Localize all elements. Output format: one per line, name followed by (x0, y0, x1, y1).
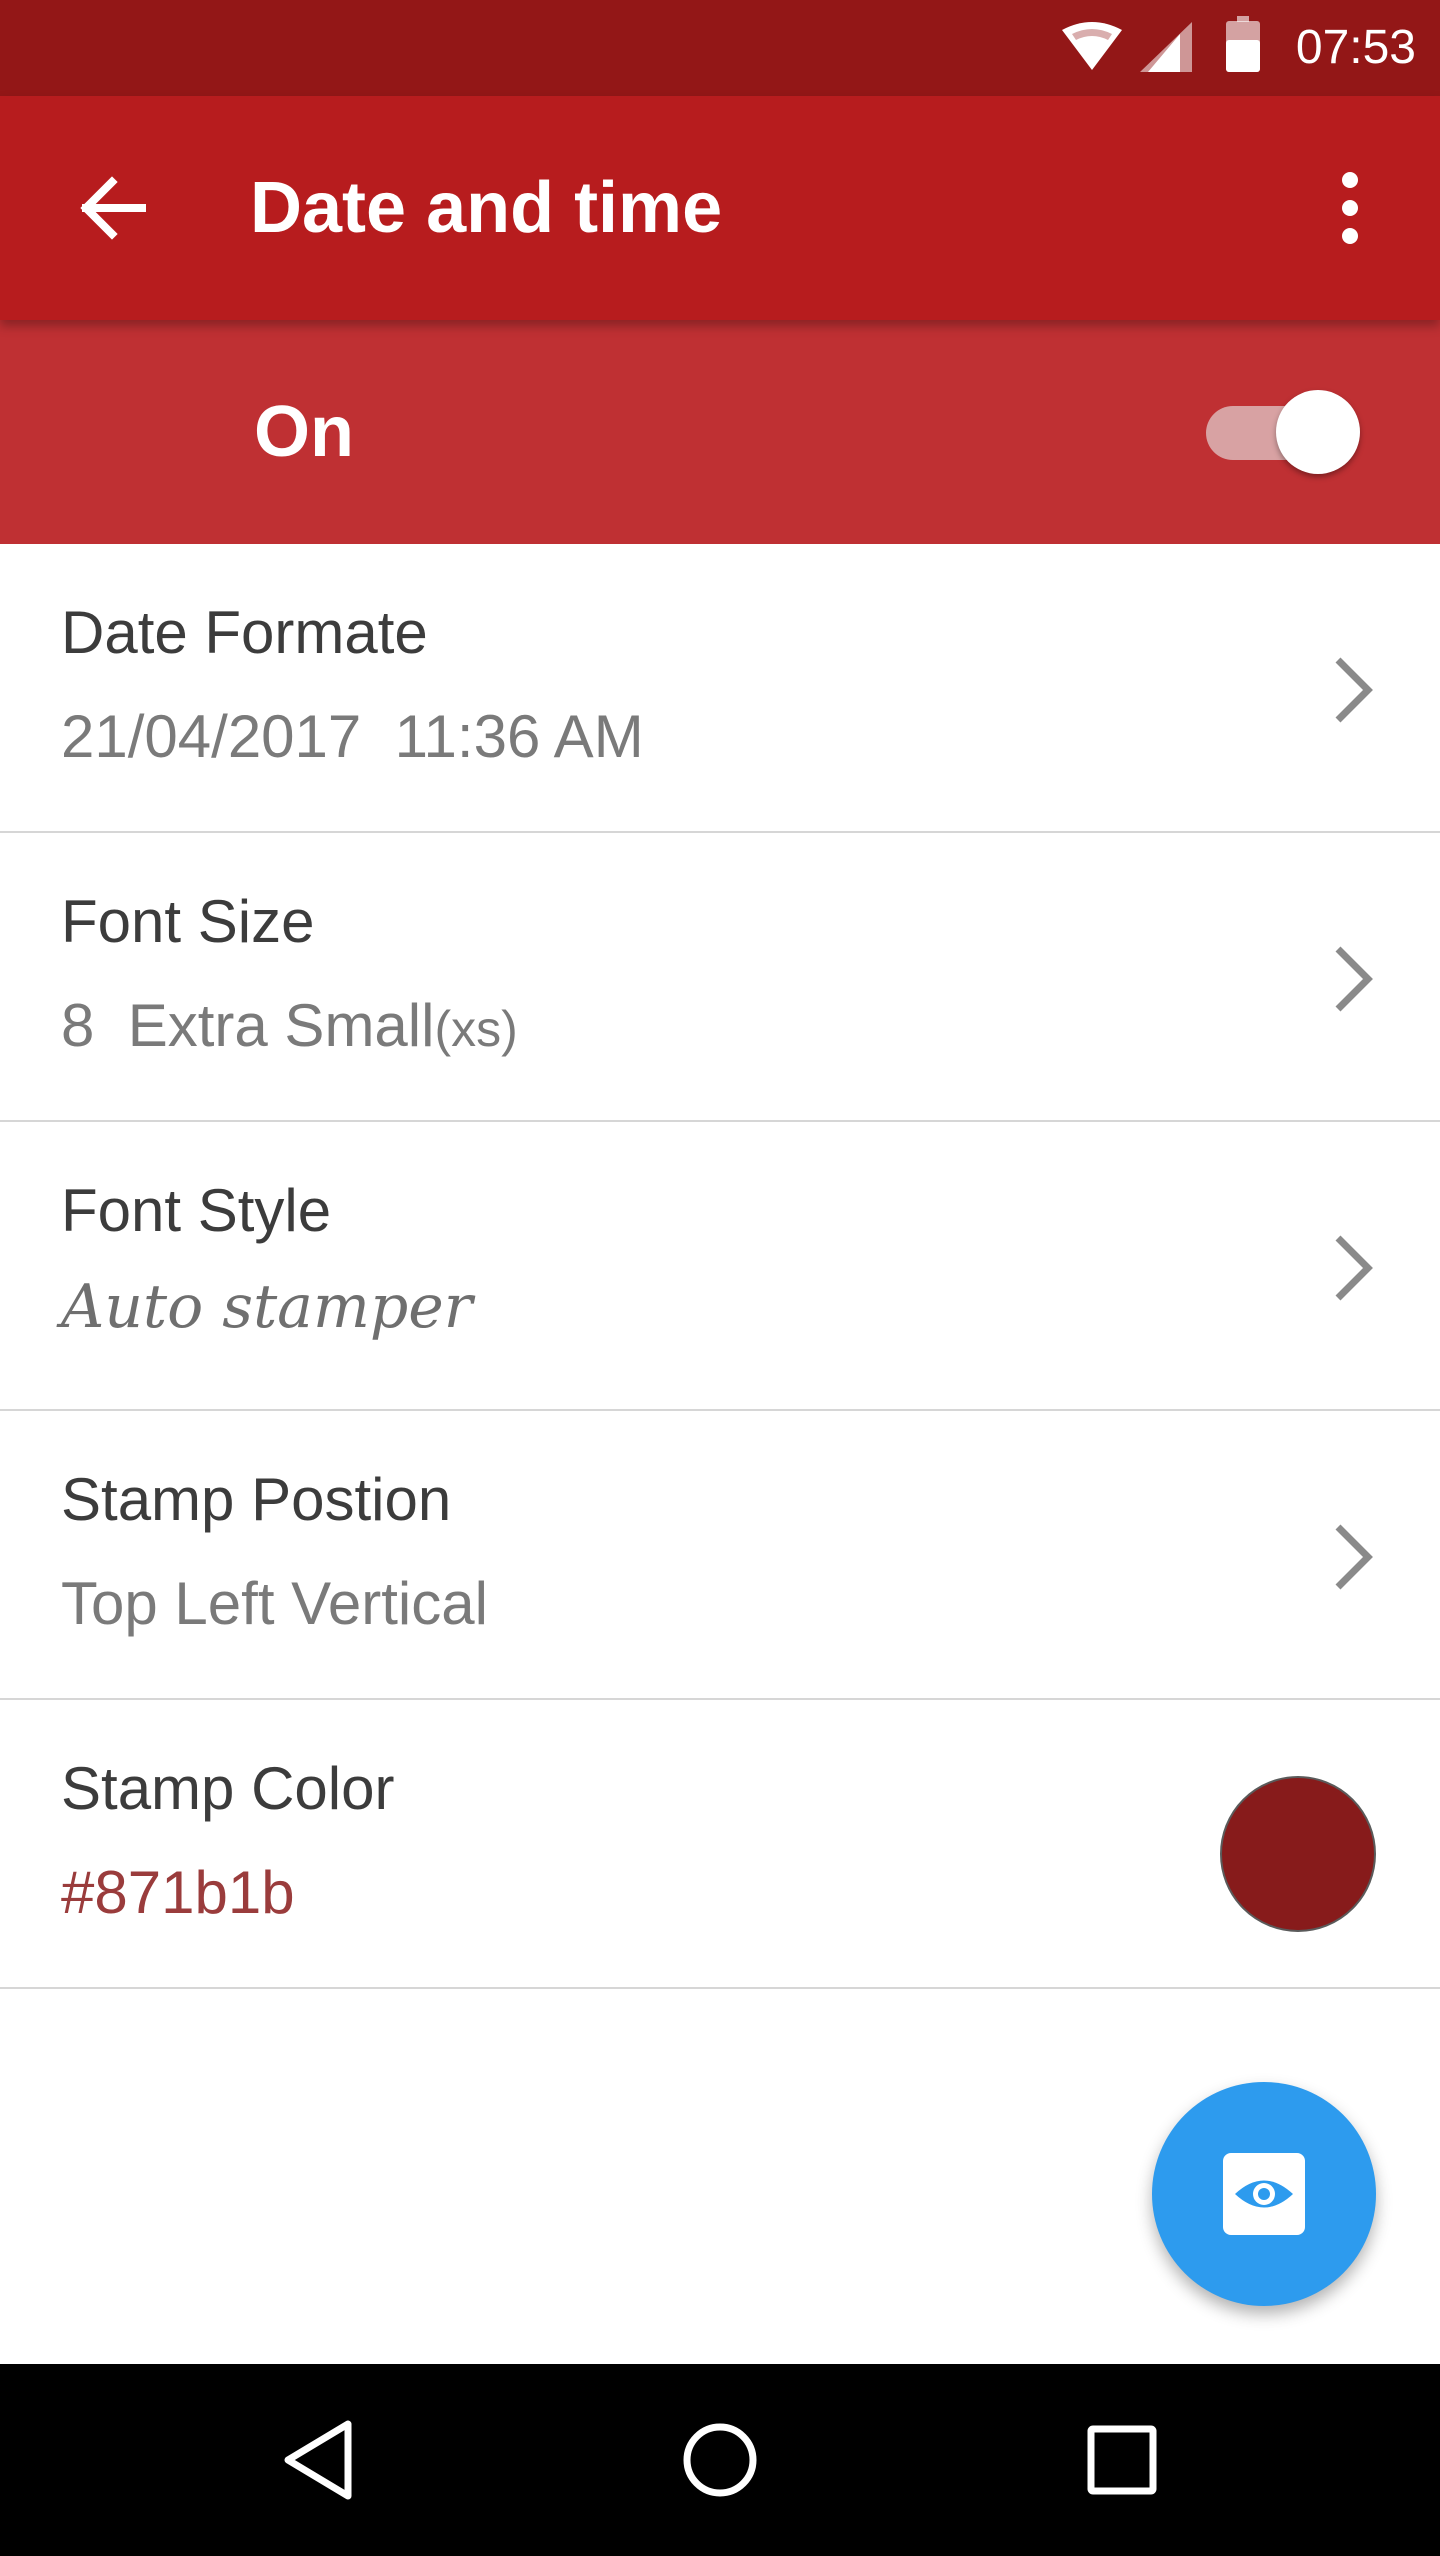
stamp-color-value: #871b1b (61, 1859, 295, 1926)
wifi-icon (1062, 22, 1122, 70)
setting-value: Top Left Vertical (61, 1570, 488, 1637)
master-toggle-switch[interactable] (1206, 390, 1366, 474)
setting-date-format[interactable]: Date Formate 21/04/2017 11:36 AM (0, 544, 1440, 833)
back-button[interactable] (40, 148, 184, 268)
nav-home-button[interactable] (640, 2400, 800, 2520)
master-switch-label: On (254, 392, 354, 472)
setting-value: 8 Extra Small(xs) (61, 991, 518, 1060)
stamp-color-swatch[interactable] (1220, 1776, 1376, 1932)
font-size-suffix: (xs) (434, 1001, 518, 1057)
eye-preview-icon (1223, 2153, 1305, 2235)
app-bar: Date and time (0, 96, 1440, 320)
settings-list: Date Formate 21/04/2017 11:36 AM Font Si… (0, 544, 1440, 1989)
font-style-preview: Auto stamper (61, 1272, 473, 1342)
battery-icon (1226, 16, 1260, 72)
chevron-right-icon (1335, 1524, 1373, 1590)
setting-title: Font Style (61, 1177, 332, 1244)
setting-title: Stamp Color (61, 1755, 395, 1822)
nav-recents-icon (1087, 2425, 1157, 2495)
overflow-menu-button[interactable] (1300, 148, 1400, 268)
toggle-thumb (1276, 390, 1360, 474)
preview-fab-button[interactable] (1152, 2082, 1376, 2306)
chevron-right-icon (1335, 657, 1373, 723)
setting-stamp-position[interactable]: Stamp Postion Top Left Vertical (0, 1411, 1440, 1700)
font-size-value: 8 Extra Small (61, 992, 435, 1059)
nav-recents-button[interactable] (1042, 2400, 1202, 2520)
nav-back-button[interactable] (240, 2400, 400, 2520)
nav-back-icon (284, 2420, 352, 2500)
cellular-signal-icon (1140, 22, 1192, 72)
navigation-bar (0, 2364, 1440, 2556)
master-switch-bar[interactable]: On (0, 320, 1440, 544)
setting-font-style[interactable]: Font Style Auto stamper (0, 1122, 1440, 1411)
more-vert-icon (1342, 172, 1358, 188)
status-bar: 07:53 (0, 0, 1440, 96)
page-title: Date and time (250, 168, 723, 248)
setting-title: Date Formate (61, 599, 428, 666)
setting-title: Stamp Postion (61, 1466, 452, 1533)
arrow-back-icon (80, 176, 146, 240)
screen: 07:53 Date and time On Date Formate 21/0… (0, 0, 1440, 2556)
chevron-right-icon (1335, 1235, 1373, 1301)
nav-home-icon (683, 2423, 757, 2497)
chevron-right-icon (1335, 946, 1373, 1012)
setting-value: 21/04/2017 11:36 AM (61, 703, 644, 770)
setting-font-size[interactable]: Font Size 8 Extra Small(xs) (0, 833, 1440, 1122)
setting-title: Font Size (61, 888, 315, 955)
status-time: 07:53 (1295, 21, 1416, 74)
